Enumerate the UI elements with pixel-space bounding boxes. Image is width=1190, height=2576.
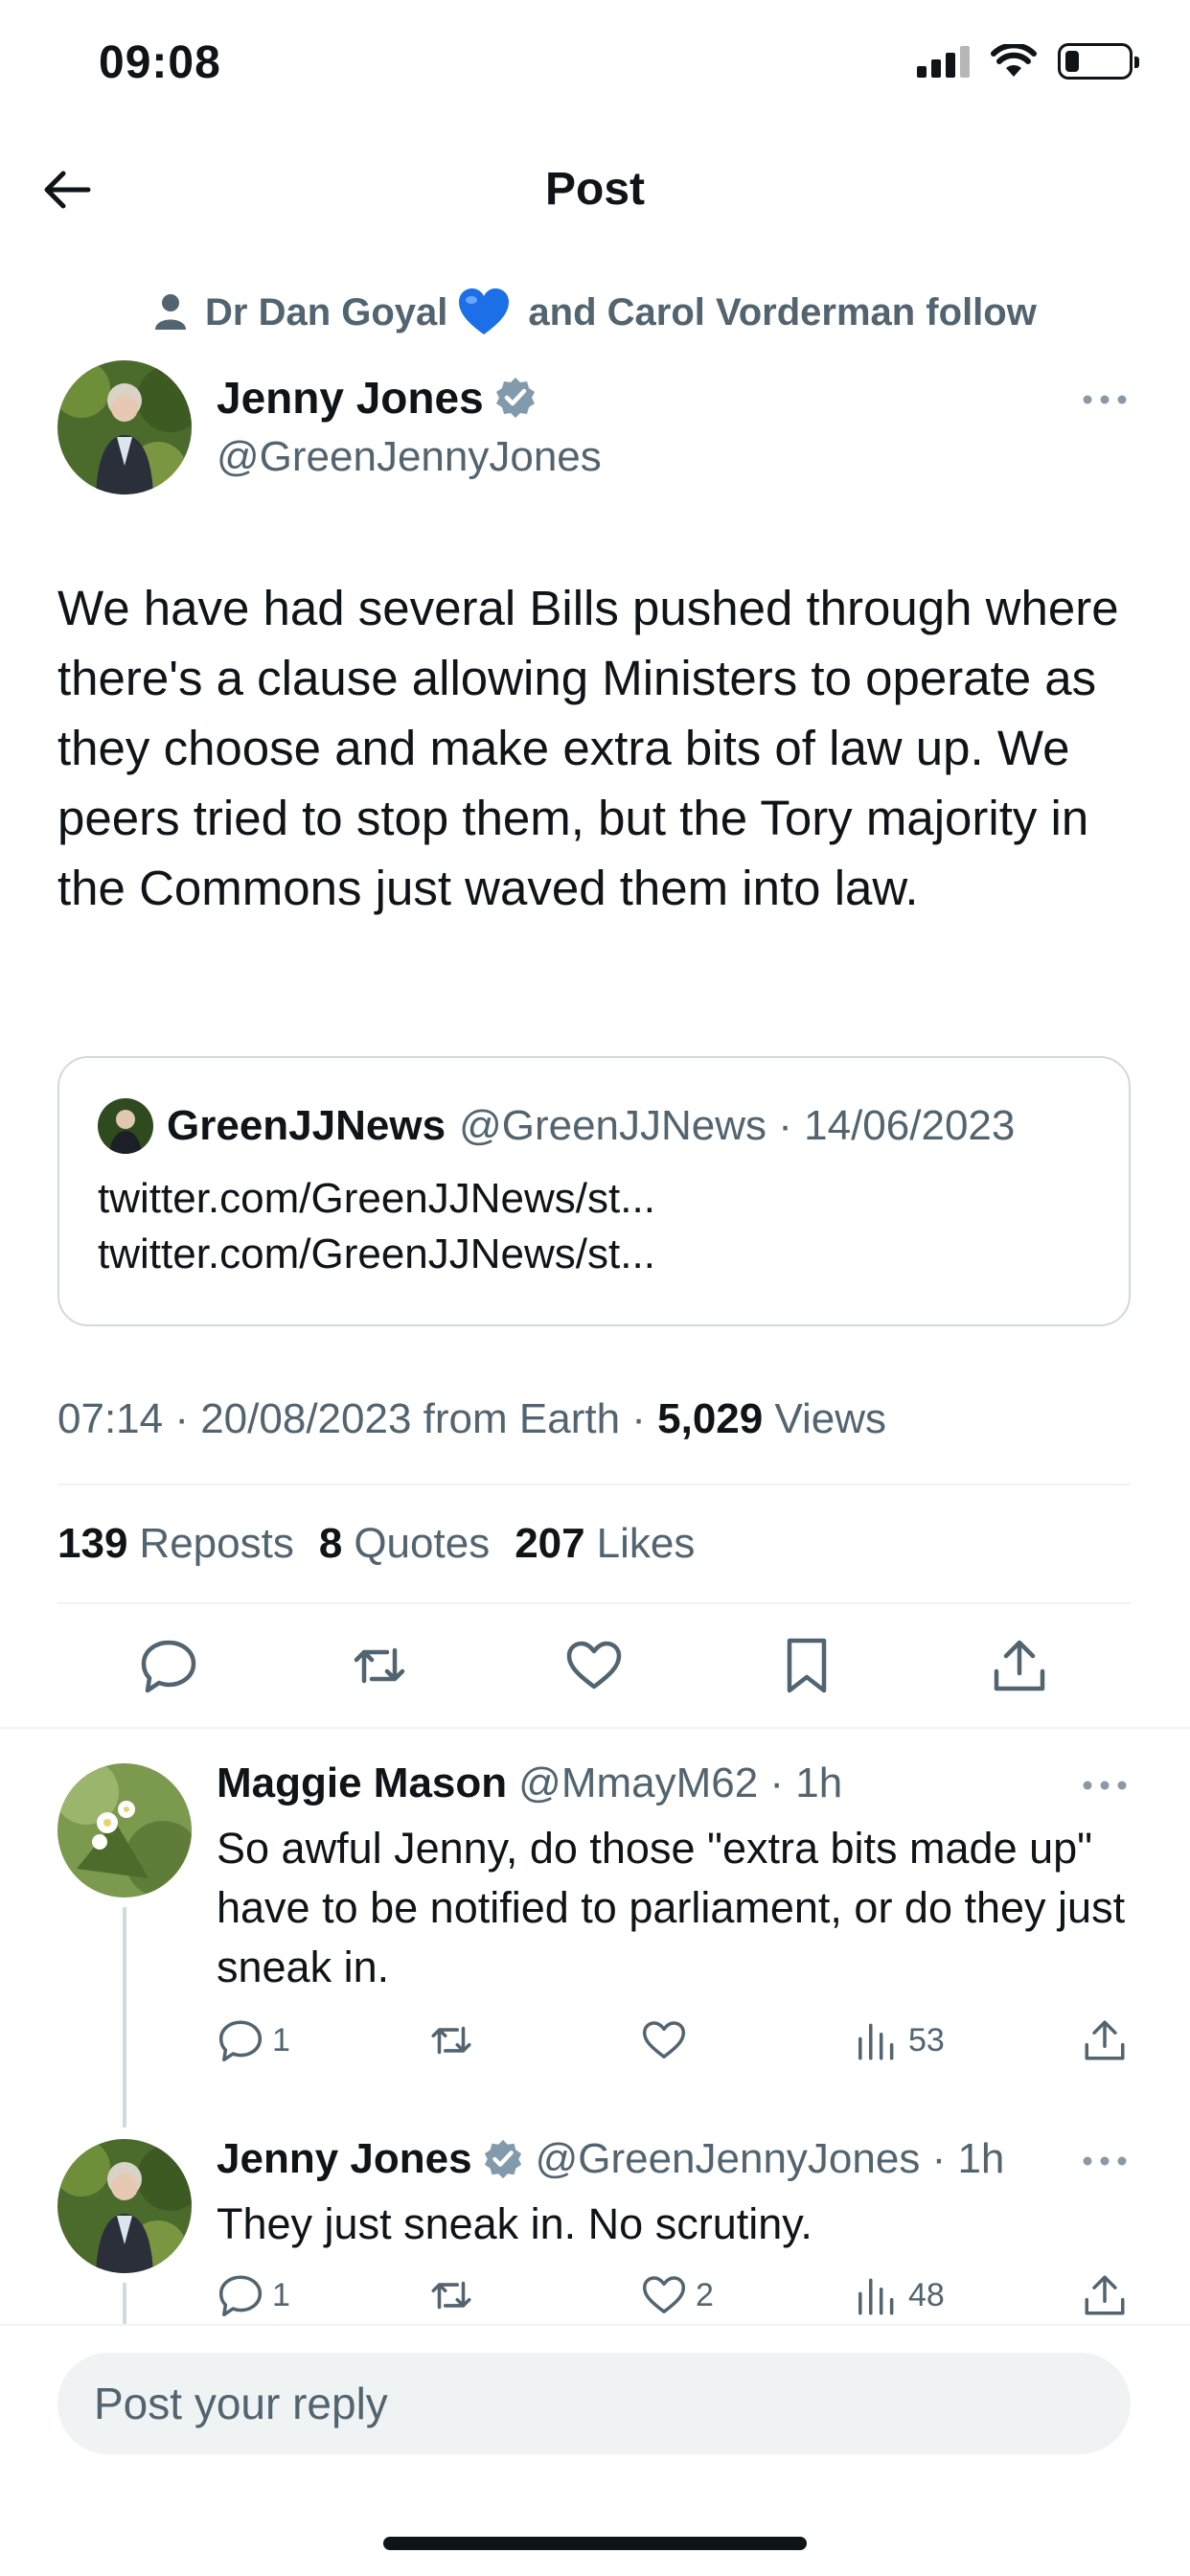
author-avatar[interactable] bbox=[57, 360, 192, 494]
page-title: Post bbox=[544, 164, 645, 215]
reply-header[interactable]: Jenny Jones @GreenJennyJones · 1h bbox=[217, 2135, 1004, 2183]
like-icon[interactable] bbox=[563, 1635, 625, 1696]
quoted-post-name: GreenJJNews bbox=[167, 1102, 446, 1149]
blue-heart-emoji bbox=[459, 288, 510, 334]
likes-stat[interactable]: 207 Likes bbox=[515, 1520, 695, 1568]
more-icon[interactable] bbox=[1081, 393, 1129, 406]
reply-avatar[interactable] bbox=[57, 2139, 192, 2273]
like-icon bbox=[642, 2276, 686, 2313]
battery-icon bbox=[1058, 43, 1139, 80]
views-count: 5,029 bbox=[657, 1395, 764, 1442]
more-icon[interactable] bbox=[1081, 1779, 1129, 1792]
home-indicator[interactable] bbox=[383, 2537, 807, 2550]
divider bbox=[57, 1484, 1131, 1485]
tweet-text: We have had several Bills pushed through… bbox=[57, 581, 1119, 915]
reply-meta: @GreenJennyJones · 1h bbox=[535, 2135, 1005, 2182]
reply-reply-button[interactable]: 1 bbox=[217, 2016, 290, 2064]
status-time: 09:08 bbox=[99, 37, 221, 88]
post-action-bar bbox=[0, 1629, 1190, 1706]
post-timestamp-views: 07:14 · 20/08/2023 from Earth · 5,029 Vi… bbox=[57, 1395, 886, 1443]
status-icons bbox=[917, 43, 1139, 80]
reply-share-button[interactable] bbox=[1081, 2016, 1129, 2064]
repost-icon[interactable] bbox=[349, 1635, 410, 1696]
social-context[interactable]: Dr Dan Goyal and Carol Vorderman follow bbox=[153, 288, 1037, 337]
cellular-signal-icon bbox=[917, 45, 970, 78]
reply-text: So awful Jenny, do those "extra bits mad… bbox=[217, 1824, 1126, 1991]
thread-connector bbox=[123, 2283, 126, 2325]
author-name[interactable]: Jenny Jones bbox=[217, 372, 538, 424]
post-detail-screen: 09:08 Post Dr Dan Goyal and Carol Vorder… bbox=[0, 0, 1190, 2576]
reply-views-button[interactable]: 48 bbox=[853, 2271, 945, 2319]
social-context-name: Dr Dan Goyal bbox=[205, 290, 448, 334]
author-handle[interactable]: @GreenJennyJones bbox=[217, 433, 602, 481]
wifi-icon bbox=[991, 44, 1037, 77]
reply-repost-button[interactable] bbox=[427, 2271, 475, 2319]
reply-input[interactable] bbox=[57, 2353, 1131, 2454]
quoted-post-header: GreenJJNews @GreenJJNews · 14/06/2023 bbox=[98, 1098, 1015, 1154]
share-icon bbox=[1085, 2275, 1125, 2315]
engagement-stats: 139 Reposts 8 Quotes 207 Likes bbox=[57, 1520, 695, 1568]
verified-badge-icon bbox=[484, 2139, 521, 2179]
reply-meta: @MmayM62 · 1h bbox=[518, 1760, 843, 1806]
share-icon bbox=[1085, 2020, 1125, 2060]
reply-header[interactable]: Maggie Mason @MmayM62 · 1h bbox=[217, 1760, 842, 1807]
share-icon[interactable] bbox=[989, 1635, 1050, 1696]
reply-reply-button[interactable]: 1 bbox=[217, 2271, 290, 2319]
reply-like-button[interactable]: 2 bbox=[640, 2271, 714, 2319]
bookmark-icon[interactable] bbox=[776, 1635, 837, 1696]
more-icon[interactable] bbox=[1081, 2154, 1129, 2168]
social-context-rest: and Carol Vorderman follow bbox=[528, 290, 1037, 334]
quoted-post-text[interactable]: twitter.com/GreenJJNews/st... twitter.co… bbox=[98, 1171, 1094, 1282]
quoted-post-avatar bbox=[98, 1098, 153, 1154]
verified-badge-icon bbox=[495, 378, 535, 418]
views-icon bbox=[858, 2278, 894, 2315]
reply-like-button[interactable] bbox=[640, 2016, 696, 2064]
reply-composer-bar bbox=[0, 2324, 1190, 2576]
person-icon bbox=[155, 294, 186, 330]
repost-icon bbox=[431, 2026, 471, 2055]
quoted-post-card[interactable]: GreenJJNews @GreenJJNews · 14/06/2023 tw… bbox=[57, 1056, 1131, 1326]
reply-views-button[interactable]: 53 bbox=[853, 2016, 945, 2064]
reply-author-name: Jenny Jones bbox=[217, 2135, 472, 2182]
reply-avatar[interactable] bbox=[57, 1763, 192, 1898]
repost-icon bbox=[431, 2281, 471, 2310]
divider bbox=[0, 1727, 1190, 1729]
quoted-post-meta: @GreenJJNews · 14/06/2023 bbox=[459, 1102, 1016, 1149]
reply-repost-button[interactable] bbox=[427, 2016, 475, 2064]
quotes-stat[interactable]: 8 Quotes bbox=[319, 1520, 490, 1568]
divider bbox=[57, 1602, 1131, 1604]
like-icon bbox=[642, 2021, 686, 2058]
reply-author-name: Maggie Mason bbox=[217, 1760, 508, 1806]
reply-icon bbox=[218, 2020, 263, 2062]
views-label: Views bbox=[763, 1395, 887, 1442]
post-timestamp: 07:14 · 20/08/2023 from Earth · bbox=[57, 1395, 658, 1442]
reply-text: They just sneak in. No scrutiny. bbox=[217, 2199, 812, 2248]
views-icon bbox=[858, 2023, 894, 2060]
reply-share-button[interactable] bbox=[1081, 2271, 1129, 2319]
reply-icon[interactable] bbox=[138, 1635, 199, 1696]
reposts-stat[interactable]: 139 Reposts bbox=[57, 1520, 294, 1568]
reply-icon bbox=[218, 2275, 263, 2317]
thread-connector bbox=[123, 1907, 126, 2128]
